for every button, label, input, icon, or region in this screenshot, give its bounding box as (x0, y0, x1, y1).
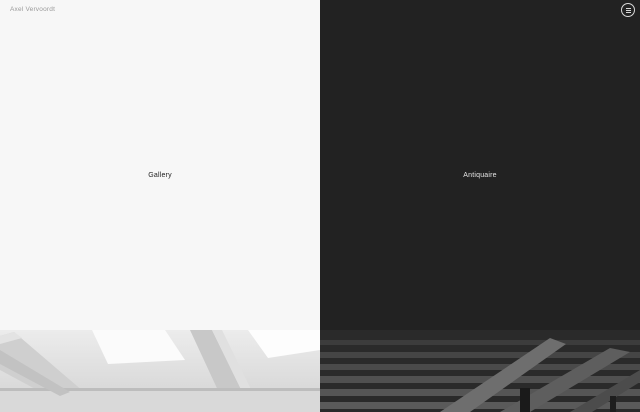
brand-logo-link[interactable]: Axel Vervoordt (10, 6, 55, 13)
gallery-link[interactable]: Gallery (0, 0, 320, 330)
gallery-panel: Gallery (0, 0, 320, 412)
gallery-photo (0, 330, 320, 412)
antiquaire-photo (320, 330, 640, 412)
hamburger-menu-icon (625, 7, 631, 13)
antiquaire-label: Antiquaire (463, 171, 497, 179)
menu-button[interactable] (621, 3, 635, 17)
antiquaire-panel: Antiquaire (320, 0, 640, 412)
landing-page: Axel Vervoordt Gallery Antiquaire (0, 0, 640, 412)
antiquaire-link[interactable]: Antiquaire (320, 0, 640, 330)
gallery-label: Gallery (148, 171, 172, 179)
